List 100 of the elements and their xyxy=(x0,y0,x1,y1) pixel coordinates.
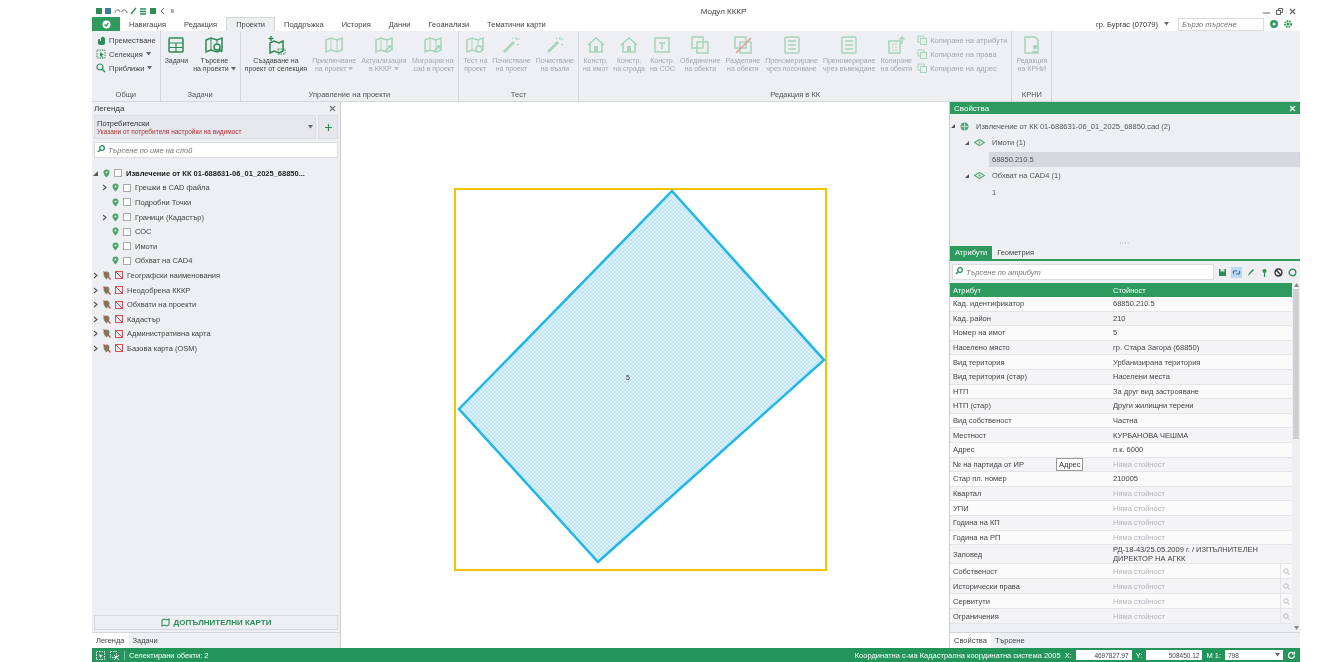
crossed-checkbox[interactable] xyxy=(115,271,123,280)
refresh-icon[interactable] xyxy=(1287,650,1296,660)
crossed-checkbox[interactable] xyxy=(115,329,123,338)
panel-title: Легенда xyxy=(94,103,125,113)
plus-icon xyxy=(324,123,332,131)
search-icon xyxy=(1283,612,1290,620)
panel-title: Свойства xyxy=(954,103,990,113)
pin-icon[interactable] xyxy=(112,198,119,207)
document-icon xyxy=(1021,35,1042,55)
chevron-icon[interactable] xyxy=(92,315,99,323)
hand-icon xyxy=(96,35,106,45)
add-button[interactable] xyxy=(318,115,338,139)
pin-icon xyxy=(1260,267,1269,277)
check-circle-icon xyxy=(101,19,111,29)
checkbox[interactable] xyxy=(114,169,122,178)
tool-button[interactable] xyxy=(1273,266,1284,278)
chevron-icon[interactable] xyxy=(92,301,99,309)
link-icon xyxy=(1232,267,1241,277)
pencil-icon xyxy=(1246,267,1255,277)
copy-icon xyxy=(917,49,928,59)
scroll-down-icon[interactable] xyxy=(1293,626,1299,630)
chevron-icon[interactable] xyxy=(92,271,99,279)
chevron-icon[interactable] xyxy=(92,344,99,352)
house-icon xyxy=(619,35,640,55)
list-icon xyxy=(781,35,802,55)
expanded-arrow-icon[interactable] xyxy=(950,123,956,130)
checkbox[interactable] xyxy=(123,213,131,222)
blocked-icon xyxy=(1274,267,1283,277)
chevron-icon[interactable] xyxy=(92,330,99,338)
house-icon xyxy=(585,35,606,55)
crossed-checkbox[interactable] xyxy=(115,315,123,324)
crossed-pin-icon[interactable] xyxy=(103,314,111,324)
chevron-icon[interactable] xyxy=(101,184,108,192)
map-arrow-icon xyxy=(373,35,394,55)
checkbox[interactable] xyxy=(123,227,131,236)
caret-icon xyxy=(145,52,151,56)
zoom-icon xyxy=(96,63,106,73)
search-icon xyxy=(955,267,963,275)
clear-selection-icon[interactable] xyxy=(110,650,119,660)
crossed-pin-icon[interactable] xyxy=(103,343,111,353)
scroll-up-icon[interactable] xyxy=(1293,283,1299,287)
caret-icon xyxy=(308,125,313,129)
map-gear-icon xyxy=(465,35,486,55)
frame-icon xyxy=(652,35,673,55)
selection-icon[interactable] xyxy=(96,650,105,660)
map-arrow-icon xyxy=(422,35,443,55)
crossed-checkbox[interactable] xyxy=(115,286,123,295)
wand-icon xyxy=(501,35,522,55)
crossed-checkbox[interactable] xyxy=(115,344,123,353)
list-icon xyxy=(839,35,860,55)
pin-icon[interactable] xyxy=(112,241,119,251)
crossed-pin-icon[interactable] xyxy=(103,300,111,310)
checkbox[interactable] xyxy=(123,198,131,207)
pin-icon[interactable] xyxy=(112,227,119,237)
caret-icon xyxy=(230,67,236,72)
expanded-arrow-icon[interactable] xyxy=(92,169,99,177)
scrollbar[interactable] xyxy=(1292,283,1300,632)
expanded-arrow-icon[interactable] xyxy=(964,172,970,179)
chevron-icon[interactable] xyxy=(101,213,108,221)
window-title: Модул КККР xyxy=(699,6,748,16)
crossed-checkbox[interactable] xyxy=(115,300,123,309)
restore-icon[interactable] xyxy=(1276,7,1283,15)
caret-icon xyxy=(348,67,354,72)
crossed-pin-icon[interactable] xyxy=(103,285,111,295)
overlapping-squares-icon xyxy=(690,35,711,55)
search-icon xyxy=(97,145,105,153)
building-icon xyxy=(886,35,907,55)
search-icon xyxy=(1283,582,1290,590)
checkbox[interactable] xyxy=(123,183,131,192)
gear-icon[interactable] xyxy=(1284,20,1292,28)
save-icon xyxy=(1218,267,1227,277)
chevron-icon[interactable] xyxy=(92,286,99,294)
caret-icon xyxy=(147,66,153,70)
layer-icon xyxy=(974,139,985,147)
crossed-pin-icon[interactable] xyxy=(103,329,111,339)
map-icon xyxy=(324,35,345,55)
map-search-icon xyxy=(204,35,225,55)
layer-icon xyxy=(974,172,985,180)
extra-maps-button[interactable]: ДОПЪЛНИТЕЛНИ КАРТИ xyxy=(94,615,338,630)
checkbox[interactable] xyxy=(123,256,131,265)
close-icon[interactable] xyxy=(329,104,336,112)
selection-icon xyxy=(96,49,106,59)
help-icon[interactable] xyxy=(1270,20,1278,28)
circle-icon xyxy=(1288,267,1297,277)
pin-icon[interactable] xyxy=(112,183,119,193)
search-icon xyxy=(1283,567,1290,575)
close-icon[interactable] xyxy=(1289,7,1296,15)
checkbox[interactable] xyxy=(123,242,131,251)
scrollbar-thumb[interactable] xyxy=(1293,289,1299,439)
pin-icon[interactable] xyxy=(112,256,119,266)
copy-icon xyxy=(917,63,928,73)
split-squares-icon xyxy=(732,35,753,55)
map-icon xyxy=(160,618,170,627)
caret-icon xyxy=(393,67,399,72)
expanded-arrow-icon[interactable] xyxy=(964,139,970,146)
copy-icon xyxy=(917,35,928,45)
crossed-pin-icon[interactable] xyxy=(103,270,111,280)
caret-icon xyxy=(1275,653,1280,657)
app-menu-button[interactable] xyxy=(92,17,120,31)
pin-icon[interactable] xyxy=(112,212,119,222)
